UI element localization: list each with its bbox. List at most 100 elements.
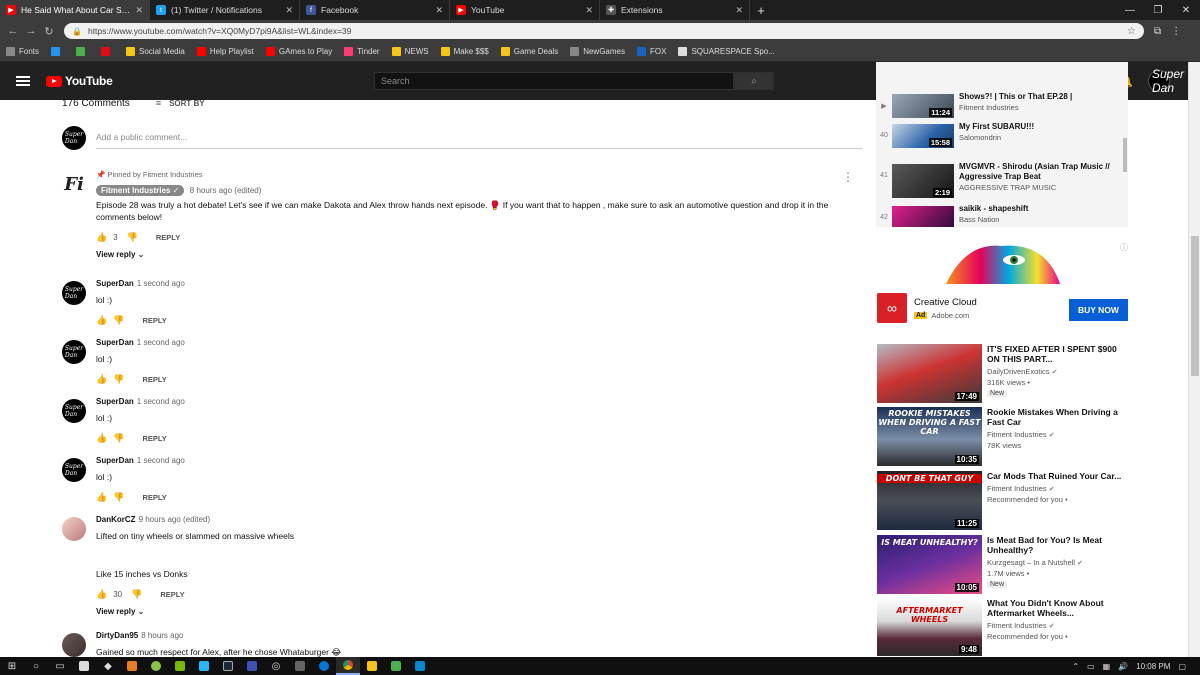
comment-author[interactable]: DanKorCZ — [96, 515, 136, 524]
tab-youtube[interactable]: ▶ YouTube ✕ — [450, 0, 600, 20]
close-icon[interactable]: ✕ — [435, 5, 443, 16]
new-tab-button[interactable]: + — [750, 0, 772, 20]
thumbs-down-icon[interactable]: 👎 — [131, 589, 142, 600]
playlist-item[interactable]: 42 saikik - shapeshift Bass Nation — [876, 204, 1128, 227]
app-icon[interactable] — [144, 657, 168, 675]
thumbs-up-icon[interactable]: 👍 — [96, 374, 107, 385]
playlist-item[interactable]: 40 15:58 My First SUBARU!!! Salomondrin — [876, 122, 1128, 150]
edge-icon[interactable] — [312, 657, 336, 675]
app-icon[interactable] — [360, 657, 384, 675]
reply-button[interactable]: REPLY — [142, 434, 166, 443]
bookmark-item[interactable] — [101, 47, 114, 56]
close-window-icon[interactable]: ✕ — [1172, 0, 1200, 20]
reply-button[interactable]: REPLY — [142, 316, 166, 325]
menu-dots-icon[interactable]: ⋮ — [1171, 26, 1181, 37]
app-icon[interactable] — [240, 657, 264, 675]
bookmark-item[interactable]: GAmes to Play — [265, 47, 332, 56]
tab-facebook[interactable]: f Facebook ✕ — [300, 0, 450, 20]
steam-icon[interactable] — [216, 657, 240, 675]
recommended-video[interactable]: AFTERMARKET WHEELS 9:48 What You Didn't … — [877, 598, 1129, 656]
video-thumbnail[interactable]: AFTERMARKET WHEELS 9:48 — [877, 598, 982, 656]
youtube-logo[interactable]: YouTube — [46, 74, 113, 88]
recommended-video[interactable]: DONT BE THAT GUY 11:25 Car Mods That Rui… — [877, 471, 1129, 531]
video-thumbnail[interactable]: 11:24 — [892, 94, 954, 118]
comment-author[interactable]: SuperDan — [96, 279, 134, 288]
search-input[interactable]: Search — [374, 72, 734, 90]
task-view-icon[interactable]: ▭ — [48, 657, 72, 675]
playlist-scrollbar[interactable] — [1123, 138, 1127, 172]
video-thumbnail[interactable]: DONT BE THAT GUY 11:25 — [877, 471, 982, 530]
thumbs-down-icon[interactable]: 👎 — [127, 232, 138, 243]
minimize-icon[interactable]: — — [1116, 0, 1144, 20]
app-icon[interactable] — [384, 657, 408, 675]
author-badge[interactable]: Fitment Industries ✓ — [96, 185, 185, 196]
playlist-item[interactable]: ▶ 11:24 Shows?! | This or That EP.28 | Fi… — [876, 92, 1128, 120]
reply-button[interactable]: REPLY — [160, 590, 184, 599]
sort-by-button[interactable]: ≡ SORT BY — [156, 98, 205, 108]
app-icon[interactable] — [288, 657, 312, 675]
thumbs-down-icon[interactable]: 👎 — [113, 374, 124, 385]
windows-start-icon[interactable]: ⊞ — [0, 657, 24, 675]
bookmark-item[interactable] — [51, 47, 64, 56]
tab-youtube-video[interactable]: ▶ He Said What About Car Shows?! ✕ — [0, 0, 150, 20]
ad-info-icon[interactable]: ⓘ — [1120, 242, 1128, 253]
reload-icon[interactable]: ↻ — [40, 25, 58, 38]
playlist-item[interactable]: 41 2:19 MVGMVR - Shirodu (Asian Trap Mus… — [876, 162, 1128, 200]
bookmark-item[interactable]: FOX — [637, 47, 666, 56]
tab-extensions[interactable]: ✚ Extensions ✕ — [600, 0, 750, 20]
account-avatar[interactable]: Super Dan — [1148, 67, 1184, 95]
page-scrollbar[interactable] — [1188, 62, 1200, 658]
forward-icon[interactable]: → — [22, 25, 40, 37]
thumbs-up-icon[interactable]: 👍 — [96, 433, 107, 444]
video-thumbnail[interactable] — [892, 206, 954, 227]
thumbs-up-icon[interactable]: 👍 — [96, 492, 107, 503]
comment-author[interactable]: DirtyDan95 — [96, 631, 138, 640]
bookmark-item[interactable]: Fonts — [6, 47, 39, 56]
video-thumbnail[interactable]: 17:49 — [877, 344, 982, 403]
epic-games-icon[interactable]: ◆ — [96, 657, 120, 675]
tab-twitter[interactable]: t (1) Twitter / Notifications ✕ — [150, 0, 300, 20]
network-icon[interactable]: ▦ — [1103, 662, 1111, 671]
bookmark-item[interactable]: NEWS — [391, 47, 429, 56]
recommended-video[interactable]: ROOKIE MISTAKES WHEN DRIVING A FAST CAR … — [877, 407, 1129, 467]
reply-button[interactable]: REPLY — [142, 493, 166, 502]
close-icon[interactable]: ✕ — [735, 5, 743, 16]
scrollbar-thumb[interactable] — [1191, 236, 1199, 376]
app-icon[interactable] — [168, 657, 192, 675]
app-icon[interactable]: ◎ — [264, 657, 288, 675]
bookmark-item[interactable]: Game Deals — [500, 47, 558, 56]
video-thumbnail[interactable]: 15:58 — [892, 124, 954, 148]
close-icon[interactable]: ✕ — [285, 5, 293, 16]
recommended-video[interactable]: 17:49 IT'S FIXED AFTER I SPENT $900 ON T… — [877, 344, 1129, 404]
reply-button[interactable]: REPLY — [156, 233, 180, 242]
bookmark-star-icon[interactable]: ☆ — [1127, 26, 1136, 37]
video-thumbnail[interactable]: ROOKIE MISTAKES WHEN DRIVING A FAST CAR … — [877, 407, 982, 466]
video-thumbnail[interactable]: 2:19 — [892, 164, 954, 198]
view-reply-button[interactable]: View reply ⌄ — [96, 607, 852, 616]
comment-author[interactable]: SuperDan — [96, 397, 134, 406]
app-icon[interactable] — [408, 657, 432, 675]
bookmark-item[interactable]: SQUARESPACE Spo... — [678, 47, 775, 56]
bookmark-item[interactable] — [76, 47, 89, 56]
add-comment-input[interactable]: Add a public comment... — [96, 128, 862, 149]
bookmark-item[interactable]: Social Media — [126, 47, 185, 56]
battery-icon[interactable]: ▭ — [1087, 662, 1095, 671]
hamburger-menu-icon[interactable] — [16, 76, 30, 86]
chrome-icon[interactable] — [336, 657, 360, 675]
reply-button[interactable]: REPLY — [142, 375, 166, 384]
more-options-icon[interactable]: ⋮ — [842, 171, 854, 183]
maximize-icon[interactable]: ❐ — [1144, 0, 1172, 20]
clock[interactable]: 10:08 PM — [1136, 662, 1170, 671]
url-input[interactable]: 🔒 https://www.youtube.com/watch?v=XQ0MyD… — [64, 23, 1144, 39]
notifications-icon[interactable]: ▢ — [1178, 662, 1186, 671]
app-icon[interactable] — [120, 657, 144, 675]
bookmark-item[interactable]: Help Playlist — [196, 47, 254, 56]
app-icon[interactable] — [192, 657, 216, 675]
thumbs-down-icon[interactable]: 👎 — [113, 433, 124, 444]
close-icon[interactable]: ✕ — [135, 5, 143, 16]
video-thumbnail[interactable]: IS MEAT UNHEALTHY? 10:05 — [877, 535, 982, 594]
comment-author[interactable]: SuperDan — [96, 456, 134, 465]
store-icon[interactable] — [72, 657, 96, 675]
view-reply-button[interactable]: View reply ⌄ — [96, 250, 852, 259]
recommended-video[interactable]: IS MEAT UNHEALTHY? 10:05 Is Meat Bad for… — [877, 535, 1129, 595]
